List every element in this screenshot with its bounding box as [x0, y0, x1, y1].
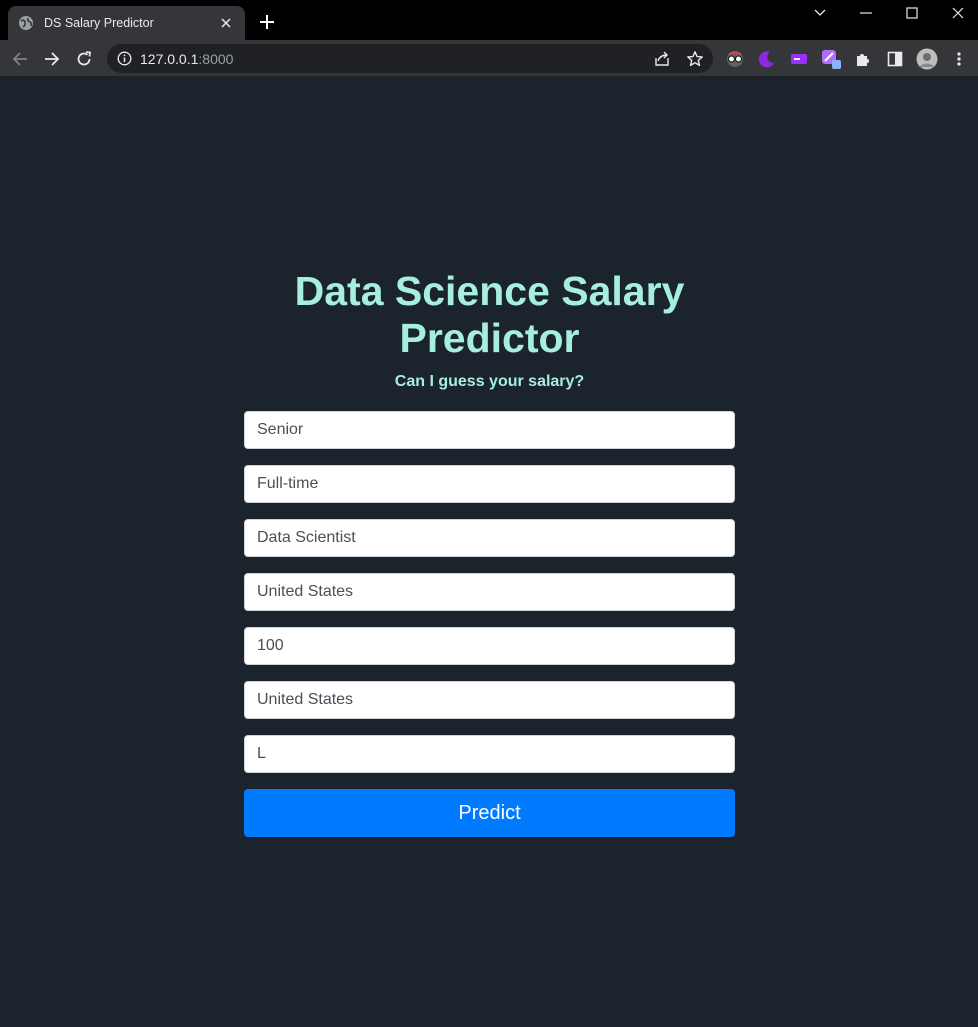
page-subtitle: Can I guess your salary?	[394, 373, 585, 390]
address-bar[interactable]: 127.0.0.1:8000	[107, 44, 713, 73]
tab-close-icon[interactable]	[217, 14, 235, 32]
extensions-puzzle-icon[interactable]	[853, 49, 873, 69]
job-title-input[interactable]	[244, 519, 735, 557]
employee-residence-input[interactable]	[244, 573, 735, 611]
extension-card-icon[interactable]	[789, 49, 809, 69]
side-panel-icon[interactable]	[885, 49, 905, 69]
globe-icon	[18, 15, 34, 31]
site-info-icon[interactable]	[117, 51, 132, 66]
reload-icon[interactable]	[71, 46, 97, 72]
extension-glasses-icon[interactable]	[725, 49, 745, 69]
more-menu-icon[interactable]	[949, 49, 969, 69]
profile-avatar[interactable]	[916, 48, 938, 70]
tab-search-chevron-down-icon[interactable]	[797, 0, 843, 26]
url-port: :8000	[198, 51, 234, 67]
extension-moon-icon[interactable]	[757, 49, 777, 69]
browser-toolbar: 127.0.0.1:8000	[0, 40, 978, 77]
share-icon[interactable]	[653, 50, 671, 68]
company-location-input[interactable]	[244, 681, 735, 719]
predict-button[interactable]: Predict	[244, 789, 735, 837]
new-tab-button[interactable]	[256, 11, 278, 33]
back-arrow-icon[interactable]	[7, 46, 33, 72]
company-size-input[interactable]	[244, 735, 735, 773]
experience-level-input[interactable]	[244, 411, 735, 449]
tab-title: DS Salary Predictor	[44, 16, 154, 30]
remote-ratio-input[interactable]	[244, 627, 735, 665]
page-title: Data Science Salary Predictor	[294, 268, 685, 361]
forward-arrow-icon[interactable]	[39, 46, 65, 72]
extension-pen-icon[interactable]	[821, 49, 841, 69]
maximize-button[interactable]	[889, 0, 935, 26]
employment-type-input[interactable]	[244, 465, 735, 503]
bookmark-star-icon[interactable]	[686, 50, 704, 68]
url-text: 127.0.0.1:8000	[140, 51, 233, 67]
close-window-button[interactable]	[935, 0, 978, 26]
url-host: 127.0.0.1	[140, 51, 199, 67]
tab-strip: DS Salary Predictor	[0, 0, 978, 40]
page-content: Data Science Salary Predictor Can I gues…	[0, 78, 978, 1027]
minimize-button[interactable]	[843, 0, 889, 26]
browser-tab[interactable]: DS Salary Predictor	[8, 6, 245, 40]
